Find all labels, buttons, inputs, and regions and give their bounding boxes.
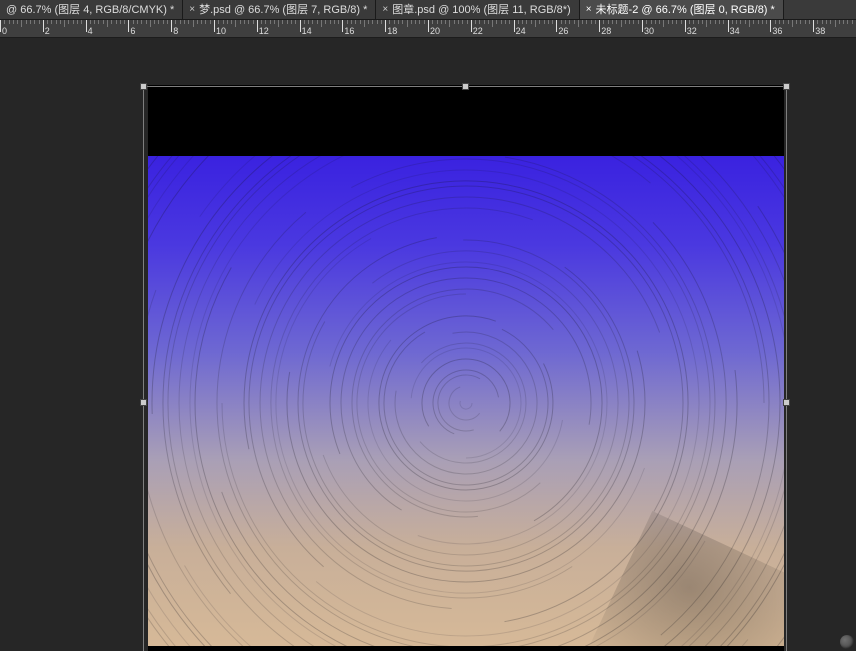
document-tab[interactable]: × 图章.psd @ 100% (图层 11, RGB/8*) (376, 0, 579, 19)
document-tab-bar: @ 66.7% (图层 4, RGB/8/CMYK) * × 梦.psd @ 6… (0, 0, 856, 20)
document-tab-active[interactable]: × 未标题-2 @ 66.7% (图层 0, RGB/8) * (580, 0, 784, 19)
close-icon[interactable]: × (586, 5, 592, 15)
transform-handle-top-center[interactable] (462, 83, 469, 90)
transform-handle-top-right[interactable] (783, 83, 790, 90)
tab-label: 图章.psd @ 100% (图层 11, RGB/8*) (392, 0, 570, 20)
document-tab[interactable]: × 梦.psd @ 66.7% (图层 7, RGB/8) * (183, 0, 376, 19)
close-icon[interactable]: × (382, 5, 388, 15)
tab-label: 梦.psd @ 66.7% (图层 7, RGB/8) * (199, 0, 367, 20)
close-icon[interactable]: × (189, 5, 195, 15)
transform-handle-middle-left[interactable] (140, 399, 147, 406)
transform-handle-middle-right[interactable] (783, 399, 790, 406)
tab-label: 未标题-2 @ 66.7% (图层 0, RGB/8) * (596, 0, 775, 20)
transform-handle-top-left[interactable] (140, 83, 147, 90)
workspace[interactable] (0, 38, 856, 651)
canvas-scroll-indicator[interactable] (840, 635, 854, 649)
horizontal-ruler[interactable]: 0246810121416182022242628303234363840 (0, 20, 856, 38)
document-tab[interactable]: @ 66.7% (图层 4, RGB/8/CMYK) * (0, 0, 183, 19)
transform-bounding-box[interactable] (143, 86, 787, 651)
tab-label: @ 66.7% (图层 4, RGB/8/CMYK) * (6, 0, 174, 20)
